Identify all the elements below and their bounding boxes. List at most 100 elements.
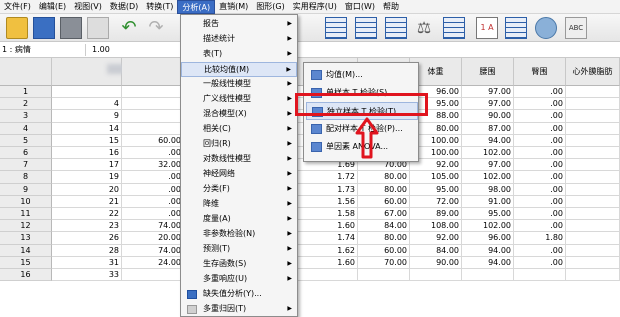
- table-cell[interactable]: 1.62: [298, 244, 358, 257]
- table-cell[interactable]: 16: [52, 147, 122, 160]
- table-cell[interactable]: [566, 134, 620, 147]
- table-cell[interactable]: .00: [122, 208, 184, 221]
- menu-item-missing-value-analysis[interactable]: 缺失值分析(Y)...: [181, 287, 297, 302]
- table-cell[interactable]: 9: [52, 110, 122, 123]
- table-cell[interactable]: 80.00: [358, 171, 410, 184]
- table-cell[interactable]: 60.00: [122, 134, 184, 147]
- table-cell[interactable]: [566, 159, 620, 172]
- row-header[interactable]: 16: [0, 269, 52, 282]
- table-cell[interactable]: 108.00: [410, 220, 462, 233]
- table-cell[interactable]: [122, 86, 184, 99]
- spell-check-icon[interactable]: ABC: [565, 17, 587, 39]
- menu-item-scale[interactable]: 度量(A) ▶: [181, 212, 297, 227]
- table-cell[interactable]: 21: [52, 195, 122, 208]
- table-cell[interactable]: .00: [514, 195, 566, 208]
- table-cell[interactable]: 60.00: [358, 244, 410, 257]
- table-cell[interactable]: 26: [52, 232, 122, 245]
- table-cell[interactable]: 4: [52, 98, 122, 111]
- menu-item-correlate[interactable]: 相关(C) ▶: [181, 122, 297, 137]
- table-cell[interactable]: 19: [52, 171, 122, 184]
- table-cell[interactable]: [566, 232, 620, 245]
- row-header[interactable]: 7: [0, 159, 52, 172]
- table-cell[interactable]: 84.00: [410, 244, 462, 257]
- menu-edit[interactable]: 编辑(E): [35, 0, 70, 14]
- row-header[interactable]: 11: [0, 208, 52, 221]
- row-header[interactable]: 2: [0, 98, 52, 111]
- table-cell[interactable]: [566, 171, 620, 184]
- menu-item-forecasting[interactable]: 预测(T) ▶: [181, 242, 297, 257]
- table-cell[interactable]: 102.00: [462, 147, 514, 160]
- table-cell[interactable]: 95.00: [462, 208, 514, 221]
- table-cell[interactable]: .00: [514, 122, 566, 135]
- menu-item-survival[interactable]: 生存函数(S) ▶: [181, 257, 297, 272]
- table-cell[interactable]: .00: [122, 147, 184, 160]
- table-cell[interactable]: .00: [514, 244, 566, 257]
- table-cell[interactable]: 80.00: [358, 232, 410, 245]
- table-cell[interactable]: 91.00: [462, 195, 514, 208]
- table-cell[interactable]: 84.00: [358, 220, 410, 233]
- table-cell[interactable]: .00: [514, 220, 566, 233]
- table-cell[interactable]: 102.00: [462, 171, 514, 184]
- menu-data[interactable]: 数据(D): [106, 0, 142, 14]
- table-cell[interactable]: 1.74: [298, 232, 358, 245]
- use-variable-sets-icon[interactable]: [535, 17, 557, 39]
- table-cell[interactable]: [566, 183, 620, 196]
- table-cell[interactable]: [566, 195, 620, 208]
- menu-item-nonparametric-tests[interactable]: 非参数检验(N) ▶: [181, 227, 297, 242]
- save-icon[interactable]: [33, 17, 55, 39]
- table-cell[interactable]: 1.80: [514, 232, 566, 245]
- table-cell[interactable]: 94.00: [462, 134, 514, 147]
- menu-view[interactable]: 视图(V): [70, 0, 106, 14]
- menu-help[interactable]: 帮助: [379, 0, 403, 14]
- row-header[interactable]: 15: [0, 256, 52, 269]
- table-cell[interactable]: 1.72: [298, 171, 358, 184]
- table-cell[interactable]: 96.00: [462, 232, 514, 245]
- table-cell[interactable]: 89.00: [410, 208, 462, 221]
- table-cell[interactable]: [514, 269, 566, 282]
- table-cell[interactable]: [122, 110, 184, 123]
- variables-grid-icon[interactable]: [325, 17, 347, 39]
- dialog-recall-icon[interactable]: [87, 17, 109, 39]
- table-cell[interactable]: 15: [52, 134, 122, 147]
- menu-item-descriptive-statistics[interactable]: 描述统计 ▶: [181, 32, 297, 47]
- column-header[interactable]: [52, 58, 167, 86]
- table-cell[interactable]: [566, 256, 620, 269]
- menu-window[interactable]: 窗口(W): [341, 0, 379, 14]
- menu-item-multiple-imputation[interactable]: 多重归因(T) ▶: [181, 302, 297, 317]
- open-folder-icon[interactable]: [6, 17, 28, 39]
- table-cell[interactable]: 90.00: [462, 110, 514, 123]
- table-cell[interactable]: [122, 269, 184, 282]
- table-cell[interactable]: [462, 269, 514, 282]
- row-header[interactable]: 14: [0, 244, 52, 257]
- column-header-epicardial-fat[interactable]: 心外膜脂肪: [566, 58, 620, 86]
- menu-item-regression[interactable]: 回归(R) ▶: [181, 137, 297, 152]
- menu-graphs[interactable]: 图形(G): [252, 0, 288, 14]
- menu-item-generalized-linear-models[interactable]: 广义线性模型 ▶: [181, 92, 297, 107]
- menu-item-tables[interactable]: 表(T) ▶: [181, 47, 297, 62]
- table-cell[interactable]: 1.60: [298, 220, 358, 233]
- menu-item-compare-means[interactable]: 比较均值(M) ▶: [181, 62, 297, 77]
- table-cell[interactable]: .00: [514, 256, 566, 269]
- row-header[interactable]: 10: [0, 195, 52, 208]
- table-cell[interactable]: 17: [52, 159, 122, 172]
- table-cell[interactable]: 80.00: [358, 183, 410, 196]
- table-cell[interactable]: [298, 269, 358, 282]
- table-cell[interactable]: [566, 269, 620, 282]
- table-cell[interactable]: 97.00: [462, 159, 514, 172]
- menu-item-general-linear-model[interactable]: 一般线性模型 ▶: [181, 77, 297, 92]
- row-header[interactable]: 13: [0, 232, 52, 245]
- menu-item-classify[interactable]: 分类(F) ▶: [181, 182, 297, 197]
- select-cases-icon[interactable]: [505, 17, 527, 39]
- data-grid-icon[interactable]: [355, 17, 377, 39]
- column-header-hip[interactable]: 臀围: [514, 58, 566, 86]
- table-cell[interactable]: 32.00: [122, 159, 184, 172]
- table-cell[interactable]: .00: [514, 98, 566, 111]
- menu-analyze[interactable]: 分析(A): [177, 0, 216, 14]
- table-cell[interactable]: 1.60: [298, 256, 358, 269]
- table-cell[interactable]: 97.00: [462, 86, 514, 99]
- table-cell[interactable]: [566, 208, 620, 221]
- table-cell[interactable]: [410, 269, 462, 282]
- table-cell[interactable]: 20: [52, 183, 122, 196]
- menu-item-reports[interactable]: 报告 ▶: [181, 17, 297, 32]
- table-cell[interactable]: 87.00: [462, 122, 514, 135]
